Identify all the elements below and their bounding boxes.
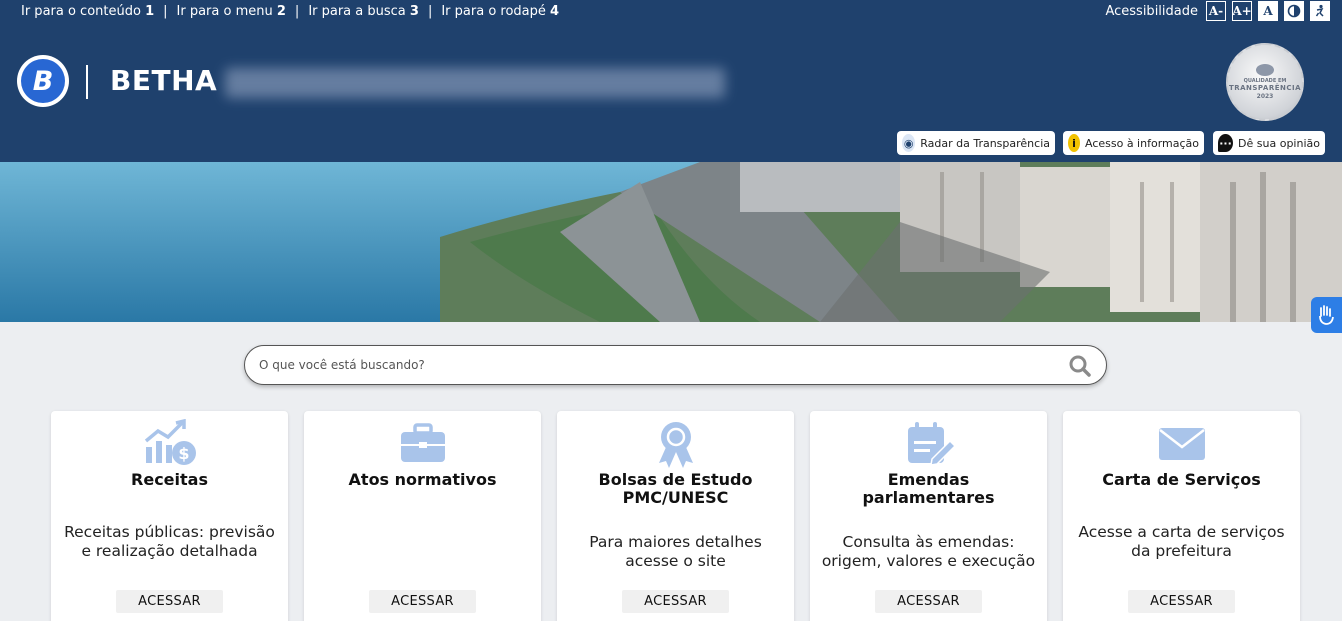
banner-illustration	[0, 162, 1342, 322]
seal-line2: TRANSPARÊNCIA	[1228, 84, 1302, 92]
award-icon	[557, 419, 794, 475]
card-description: Para maiores detalhes acesse o site	[589, 533, 762, 570]
search-input[interactable]	[259, 355, 1039, 375]
transparency-seal[interactable]: QUALIDADE EM TRANSPARÊNCIA 2023	[1226, 43, 1304, 121]
chat-bubble-icon: ···	[1218, 134, 1234, 152]
site-header: Ir para o conteúdo 1 | Ir para o menu 2 …	[0, 0, 1342, 162]
card-atos-normativos[interactable]: Atos normativos ACESSAR	[304, 411, 541, 621]
accessibility-label: Acessibilidade	[1105, 3, 1198, 19]
skip-links: Ir para o conteúdo 1 | Ir para o menu 2 …	[21, 4, 559, 19]
card-description: Acesse a carta de serviços da prefeitura	[1078, 523, 1285, 560]
briefcase-icon	[304, 419, 541, 475]
card-title: Carta de Serviços	[1102, 470, 1261, 489]
card-carta-de-servicos[interactable]: Carta de Serviços Acesse a carta de serv…	[1063, 411, 1300, 621]
card-title: Atos normativos	[348, 470, 497, 489]
acessar-button[interactable]: ACESSAR	[369, 590, 476, 613]
sign-language-hands-icon	[1318, 305, 1334, 325]
card-description: Receitas públicas: previsão e realização…	[64, 523, 275, 560]
seal-year: 2023	[1256, 93, 1274, 100]
city-banner-image	[0, 162, 1342, 322]
card-receitas[interactable]: $ Receitas Receitas públicas: previsão e…	[51, 411, 288, 621]
seal-emblem-icon	[1256, 64, 1274, 76]
decrease-font-button[interactable]: A-	[1206, 1, 1226, 21]
skip-to-search-link[interactable]: Ir para a busca 3	[308, 4, 419, 19]
de-sua-opiniao-button[interactable]: ··· Dê sua opinião	[1213, 131, 1325, 155]
site-logo[interactable]: B	[17, 55, 69, 107]
info-icon: i	[1068, 134, 1080, 152]
skip-to-content-link[interactable]: Ir para o conteúdo 1	[21, 4, 154, 19]
radar-icon: ◉	[902, 134, 916, 152]
card-title: Bolsas de Estudo PMC/UNESC	[598, 470, 753, 507]
search-bar	[244, 345, 1107, 385]
chart-money-icon: $	[51, 419, 288, 475]
contrast-button[interactable]	[1284, 1, 1304, 21]
increase-font-button[interactable]: A+	[1232, 1, 1252, 21]
acesso-informacao-button[interactable]: i Acesso à informação	[1063, 131, 1204, 155]
radar-label: Radar da Transparência	[920, 136, 1050, 150]
search-icon[interactable]	[1068, 354, 1092, 378]
acessar-button[interactable]: ACESSAR	[875, 590, 982, 613]
calendar-edit-icon	[810, 419, 1047, 475]
skip-to-menu-link[interactable]: Ir para o menu 2	[177, 4, 286, 19]
separator: |	[163, 4, 168, 19]
acessar-button[interactable]: ACESSAR	[1128, 590, 1235, 613]
card-title: Receitas	[131, 470, 208, 489]
contrast-icon	[1287, 4, 1301, 18]
envelope-icon	[1063, 419, 1300, 475]
blurred-entity-title	[225, 68, 725, 98]
accessibility-options-button[interactable]	[1310, 1, 1330, 21]
brand-name: BETHA	[110, 64, 218, 97]
card-title: Emendas parlamentares	[862, 470, 995, 507]
card-bolsas-de-estudo[interactable]: Bolsas de Estudo PMC/UNESC Para maiores …	[557, 411, 794, 621]
separator: |	[294, 4, 300, 19]
vlibras-button[interactable]	[1311, 297, 1342, 333]
accessibility-person-icon	[1315, 4, 1324, 17]
accessibility-toolbar: Acessibilidade A- A+ A	[1105, 1, 1330, 21]
card-description: Consulta às emendas: origem, valores e e…	[821, 533, 1036, 570]
logo-letter: B	[21, 59, 65, 103]
info-label: Acesso à informação	[1084, 136, 1199, 150]
skip-to-footer-link[interactable]: Ir para o rodapé 4	[441, 4, 559, 19]
card-emendas-parlamentares[interactable]: Emendas parlamentares Consulta às emenda…	[810, 411, 1047, 621]
svg-text:$: $	[178, 444, 189, 463]
brand-divider	[86, 65, 88, 99]
separator: |	[427, 4, 433, 19]
acessar-button[interactable]: ACESSAR	[622, 590, 729, 613]
radar-transparencia-button[interactable]: ◉ Radar da Transparência	[897, 131, 1055, 155]
opinion-label: Dê sua opinião	[1238, 136, 1320, 150]
normal-font-button[interactable]: A	[1258, 1, 1278, 21]
acessar-button[interactable]: ACESSAR	[116, 590, 223, 613]
